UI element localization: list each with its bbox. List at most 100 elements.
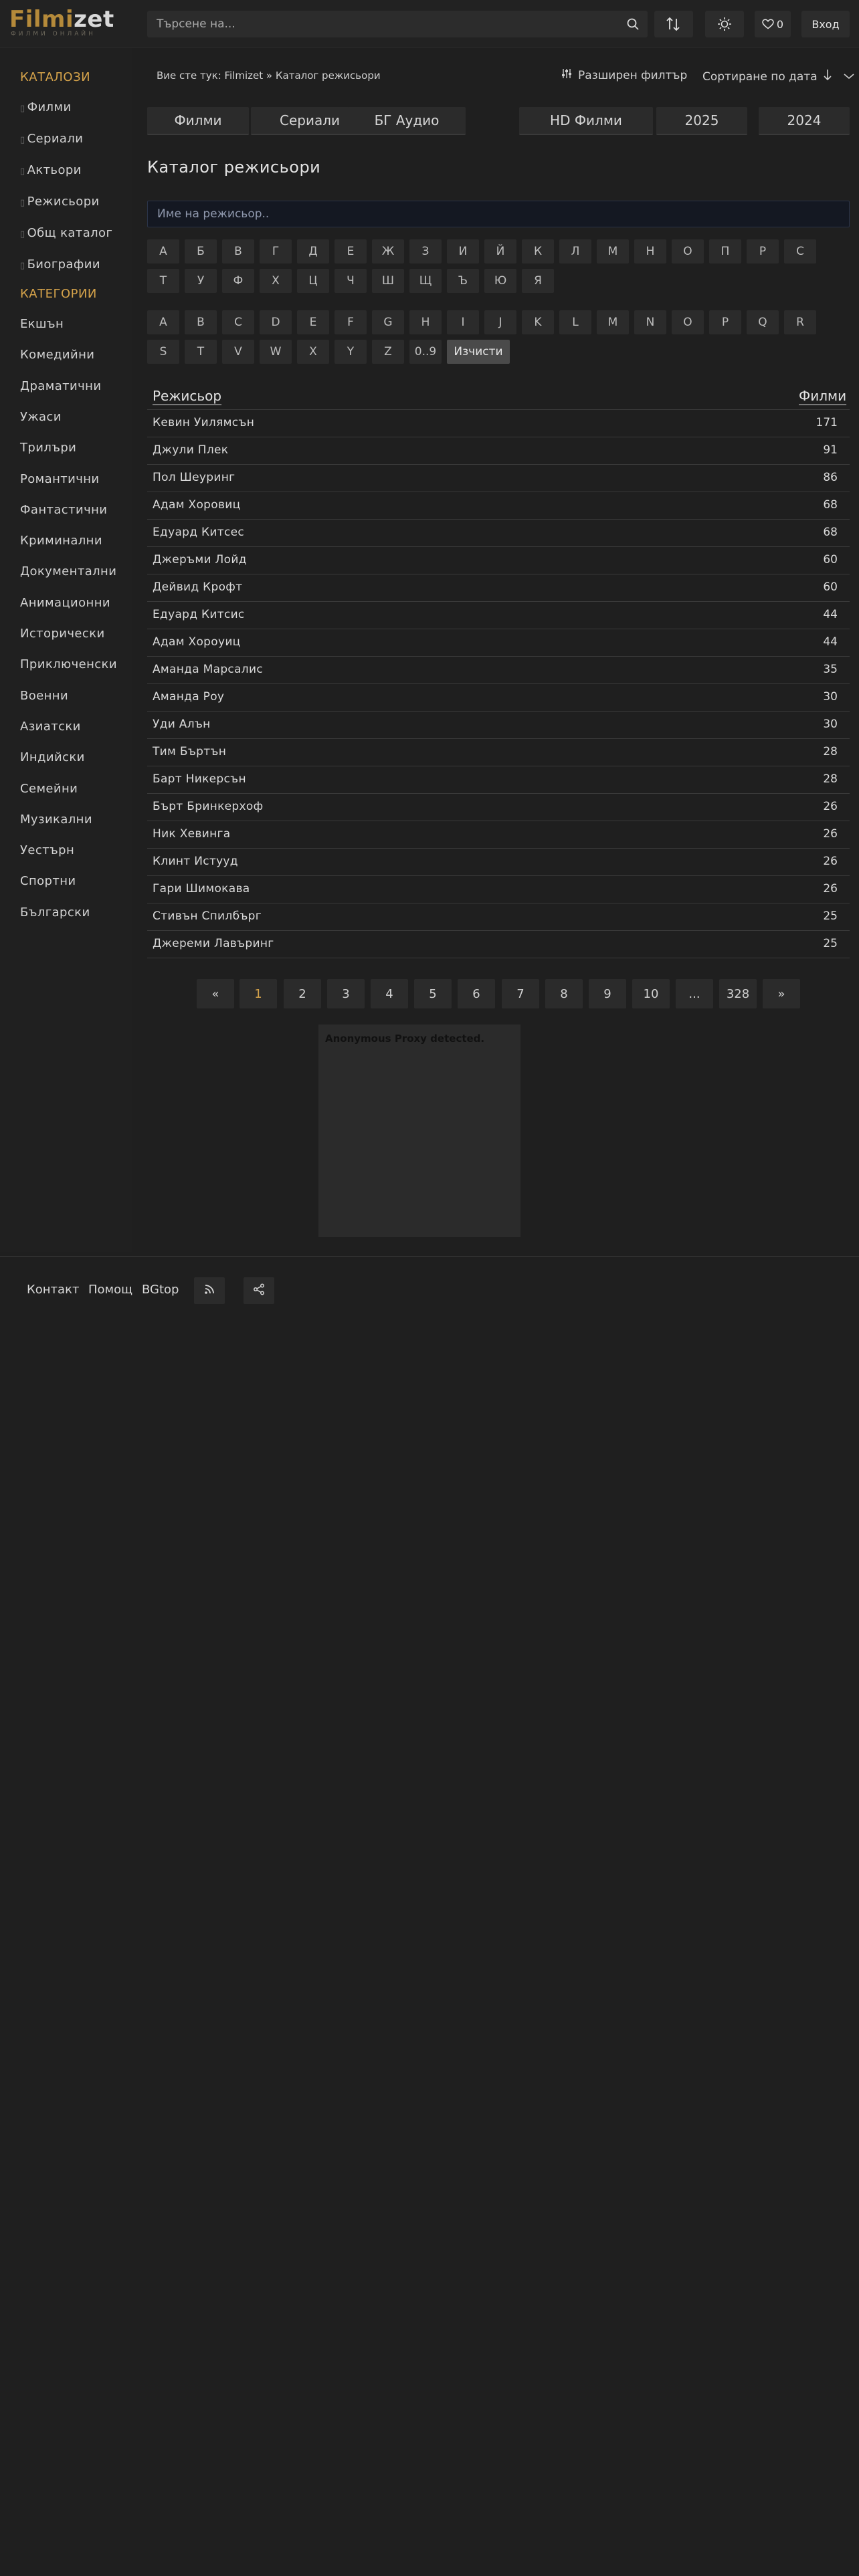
cyrillic-letter-filter[interactable]: Б — [185, 239, 217, 263]
category-tab[interactable]: HD Филми — [519, 107, 653, 135]
table-row[interactable]: Тим Бъртън 28 — [147, 739, 850, 766]
cyrillic-letter-filter[interactable]: Д — [297, 239, 329, 263]
director-name[interactable]: Клинт Истууд — [153, 855, 238, 868]
table-row[interactable]: Адам Хоровиц 68 — [147, 492, 850, 520]
films-column-header[interactable]: Филми — [799, 388, 846, 404]
table-row[interactable]: Дейвид Крофт 60 — [147, 574, 850, 602]
table-row[interactable]: Клинт Истууд 26 — [147, 849, 850, 876]
sidebar-category-item[interactable]: Семейни — [20, 782, 78, 796]
sidebar-category-item[interactable]: Фантастични — [20, 503, 107, 517]
site-logo[interactable]: Filmizet ФИЛМИ ОНЛАЙН — [9, 7, 114, 37]
director-name[interactable]: Джули Плек — [153, 443, 228, 457]
table-row[interactable]: Аманда Марсалис 35 — [147, 657, 850, 684]
latin-letter-filter[interactable]: X — [297, 340, 329, 364]
cyrillic-letter-filter[interactable]: Я — [522, 269, 554, 293]
sidebar-category-item[interactable]: Спортни — [20, 874, 76, 888]
chevron-down-icon[interactable] — [843, 70, 855, 84]
director-name[interactable]: Пол Шеуринг — [153, 471, 235, 484]
sidebar-category-item[interactable]: Ужаси — [20, 410, 62, 424]
latin-letter-filter[interactable]: V — [222, 340, 254, 364]
sort-toggle-button[interactable] — [654, 11, 693, 37]
search-icon[interactable] — [626, 17, 640, 33]
sidebar-catalog-item[interactable]: ▯ Биографии — [20, 257, 100, 272]
sidebar-category-item[interactable]: Военни — [20, 689, 68, 703]
footer-bgtop-link[interactable]: BGtop — [142, 1283, 179, 1297]
latin-letter-filter[interactable]: O — [672, 310, 704, 334]
cyrillic-letter-filter[interactable]: П — [709, 239, 741, 263]
latin-letter-filter[interactable]: H — [409, 310, 442, 334]
table-row[interactable]: Ник Хевинга 26 — [147, 821, 850, 849]
sidebar-catalog-item[interactable]: ▯ Общ каталог — [20, 226, 112, 240]
latin-letter-filter[interactable]: Z — [372, 340, 404, 364]
latin-letter-filter[interactable]: D — [260, 310, 292, 334]
pagination-item[interactable]: 6 — [458, 979, 495, 1008]
director-name[interactable]: Стивън Спилбърг — [153, 909, 262, 923]
sort-dropdown[interactable]: Сортиране по дата — [702, 68, 855, 85]
footer-help-link[interactable]: Помощ — [88, 1283, 132, 1297]
table-row[interactable]: Адам Хороуиц 44 — [147, 629, 850, 657]
table-row[interactable]: Едуард Китсис 44 — [147, 602, 850, 629]
category-tab[interactable]: Филми — [147, 107, 249, 135]
cyrillic-letter-filter[interactable]: Ф — [222, 269, 254, 293]
login-button[interactable]: Вход — [801, 11, 850, 37]
cyrillic-letter-filter[interactable]: Ж — [372, 239, 404, 263]
pagination-item[interactable]: 328 — [719, 979, 757, 1008]
table-row[interactable]: Барт Никерсън 28 — [147, 766, 850, 794]
sidebar-category-item[interactable]: Музикални — [20, 813, 92, 827]
sidebar-category-item[interactable]: Български — [20, 905, 90, 920]
latin-letter-filter[interactable]: N — [634, 310, 666, 334]
sidebar-category-item[interactable]: Комедийни — [20, 348, 94, 362]
sidebar-category-item[interactable]: Драматични — [20, 379, 101, 393]
cyrillic-letter-filter[interactable]: М — [597, 239, 629, 263]
cyrillic-letter-filter[interactable]: А — [147, 239, 179, 263]
pagination-item[interactable]: 2 — [284, 979, 321, 1008]
theme-toggle-button[interactable] — [705, 11, 744, 37]
sidebar-category-item[interactable]: Криминални — [20, 534, 102, 548]
latin-letter-filter[interactable]: G — [372, 310, 404, 334]
pagination-item[interactable]: 10 — [632, 979, 670, 1008]
latin-letter-filter[interactable]: M — [597, 310, 629, 334]
category-tab[interactable]: 2025 — [656, 107, 747, 135]
latin-letter-filter[interactable]: F — [335, 310, 367, 334]
cyrillic-letter-filter[interactable]: Г — [260, 239, 292, 263]
cyrillic-letter-filter[interactable]: Ю — [484, 269, 516, 293]
sidebar-category-item[interactable]: Приключенски — [20, 657, 117, 671]
latin-letter-filter[interactable]: C — [222, 310, 254, 334]
director-name[interactable]: Бърт Бринкерхоф — [153, 800, 263, 813]
footer-contact-link[interactable]: Контакт — [27, 1283, 79, 1297]
sidebar-category-item[interactable]: Романтични — [20, 472, 100, 486]
share-button[interactable] — [244, 1277, 274, 1304]
table-row[interactable]: Джули Плек 91 — [147, 437, 850, 465]
latin-letter-filter[interactable]: S — [147, 340, 179, 364]
director-column-header[interactable]: Режисьор — [153, 388, 221, 404]
cyrillic-letter-filter[interactable]: У — [185, 269, 217, 293]
pagination-item[interactable]: ... — [676, 979, 713, 1008]
director-name[interactable]: Тим Бъртън — [153, 745, 226, 758]
latin-letter-filter[interactable]: L — [559, 310, 591, 334]
table-row[interactable]: Пол Шеуринг 86 — [147, 465, 850, 492]
latin-letter-filter[interactable]: I — [447, 310, 479, 334]
director-name[interactable]: Адам Хороуиц — [153, 635, 241, 649]
latin-letter-filter[interactable]: 0..9 — [409, 340, 442, 364]
sidebar-category-item[interactable]: Екшън — [20, 317, 64, 331]
director-name[interactable]: Адам Хоровиц — [153, 498, 241, 512]
latin-letter-filter[interactable]: E — [297, 310, 329, 334]
latin-letter-filter[interactable]: T — [185, 340, 217, 364]
director-name[interactable]: Дейвид Крофт — [153, 580, 242, 594]
table-row[interactable]: Аманда Роу 30 — [147, 684, 850, 712]
arrow-down-icon[interactable] — [823, 68, 832, 85]
cyrillic-letter-filter[interactable]: Е — [335, 239, 367, 263]
search-input[interactable] — [147, 11, 615, 37]
latin-letter-filter[interactable]: W — [260, 340, 292, 364]
pagination-item[interactable]: 9 — [589, 979, 626, 1008]
cyrillic-letter-filter[interactable]: Н — [634, 239, 666, 263]
cyrillic-letter-filter[interactable]: С — [784, 239, 816, 263]
director-name[interactable]: Уди Алън — [153, 718, 211, 731]
table-row[interactable]: Уди Алън 30 — [147, 712, 850, 739]
latin-letter-filter[interactable]: Y — [335, 340, 367, 364]
cyrillic-letter-filter[interactable]: К — [522, 239, 554, 263]
table-row[interactable]: Джеръми Лойд 60 — [147, 547, 850, 574]
category-tab[interactable]: 2024 — [759, 107, 850, 135]
cyrillic-letter-filter[interactable]: Л — [559, 239, 591, 263]
director-name[interactable]: Аманда Роу — [153, 690, 224, 704]
